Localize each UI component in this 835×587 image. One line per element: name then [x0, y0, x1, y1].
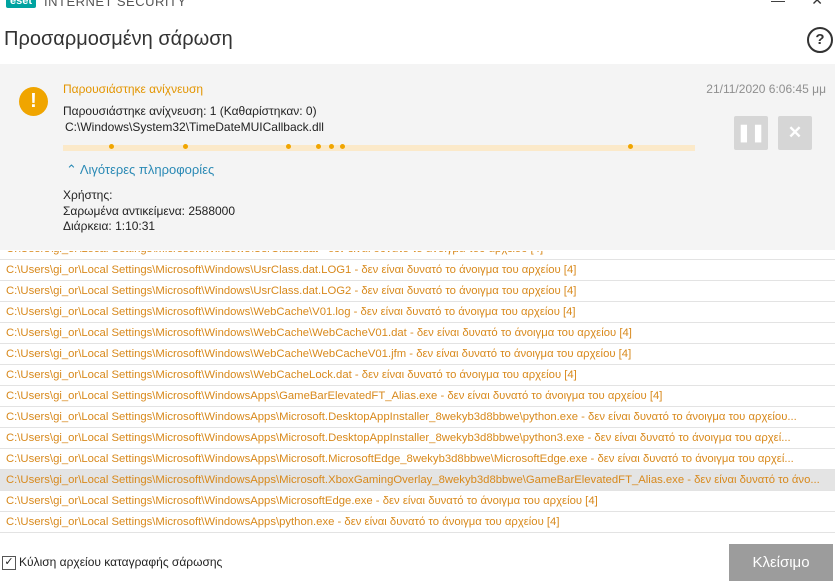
- user-info: Χρήστης:: [63, 188, 113, 202]
- minimize-icon[interactable]: —: [771, 0, 785, 8]
- chevron-up-icon: ⌃: [66, 162, 77, 177]
- progress-marker: [340, 144, 345, 149]
- scan-log-list[interactable]: C:\Users\gi_or\Local Settings\Microsoft\…: [0, 251, 835, 534]
- warning-icon: !: [19, 87, 48, 116]
- scanned-objects: Σαρωμένα αντικείμενα: 2588000: [63, 204, 236, 218]
- progress-marker: [286, 144, 291, 149]
- alert-title: Παρουσιάστηκε ανίχνευση: [63, 82, 204, 96]
- pause-button[interactable]: ❚❚: [734, 116, 768, 150]
- log-row[interactable]: C:\Users\gi_or\Local Settings\Microsoft\…: [0, 344, 835, 365]
- scroll-log-checkbox[interactable]: ✓: [2, 556, 16, 570]
- page-title: Προσαρμοσμένη σάρωση: [4, 28, 233, 50]
- less-info-link[interactable]: ⌃ Λιγότερες πληροφορίες: [66, 162, 214, 178]
- scan-timestamp: 21/11/2020 6:06:45 μμ: [706, 82, 826, 96]
- log-row[interactable]: C:\Users\gi_or\Local Settings\Microsoft\…: [0, 386, 835, 407]
- detection-count: Παρουσιάστηκε ανίχνευση: 1 (Καθαρίστηκαν…: [63, 104, 317, 118]
- current-file: C:\Windows\System32\TimeDateMUICallback.…: [65, 120, 324, 134]
- log-row[interactable]: C:\Users\gi_or\Local Settings\Microsoft\…: [0, 323, 835, 344]
- log-row[interactable]: C:\Users\gi_or\Local Settings\Microsoft\…: [0, 260, 835, 281]
- log-row[interactable]: C:\Users\gi_or\Local Settings\Microsoft\…: [0, 365, 835, 386]
- help-icon[interactable]: ?: [807, 27, 833, 53]
- stop-button[interactable]: ✕: [778, 116, 812, 150]
- log-row[interactable]: C:\Users\gi_or\Local Settings\Microsoft\…: [0, 428, 835, 449]
- pause-icon: ❚❚: [736, 123, 766, 142]
- scroll-log-label: Κύλιση αρχείου καταγραφής σάρωσης: [19, 555, 223, 569]
- log-row[interactable]: C:\Users\gi_or\Local Settings\Microsoft\…: [0, 407, 835, 428]
- scan-progress-bar: [63, 144, 695, 151]
- close-button[interactable]: Κλείσιμο: [729, 544, 833, 581]
- progress-marker: [329, 144, 334, 149]
- scan-duration: Διάρκεια: 1:10:31: [63, 219, 156, 233]
- log-row[interactable]: C:\Users\gi_or\Local Settings\Microsoft\…: [0, 491, 835, 512]
- log-row[interactable]: C:\Users\gi_or\Local Settings\Microsoft\…: [0, 449, 835, 470]
- less-info-label: Λιγότερες πληροφορίες: [79, 162, 215, 177]
- progress-marker: [183, 144, 188, 149]
- log-row[interactable]: C:\Users\gi_or\Local Settings\Microsoft\…: [0, 512, 835, 533]
- progress-marker: [316, 144, 321, 149]
- log-row[interactable]: C:\Users\gi_or\Local Settings\Microsoft\…: [0, 302, 835, 323]
- stop-icon: ✕: [787, 123, 803, 142]
- log-row[interactable]: C:\Users\gi_or\Local Settings\Microsoft\…: [0, 251, 835, 260]
- title-bar: eset INTERNET SECURITY — ✕: [0, 0, 835, 14]
- close-icon[interactable]: ✕: [811, 0, 823, 9]
- progress-marker: [628, 144, 633, 149]
- progress-marker: [109, 144, 114, 149]
- eset-logo: eset: [6, 0, 37, 8]
- log-row[interactable]: C:\Users\gi_or\Local Settings\Microsoft\…: [0, 281, 835, 302]
- log-row-selected[interactable]: C:\Users\gi_or\Local Settings\Microsoft\…: [0, 470, 835, 491]
- product-name: INTERNET SECURITY: [44, 0, 187, 9]
